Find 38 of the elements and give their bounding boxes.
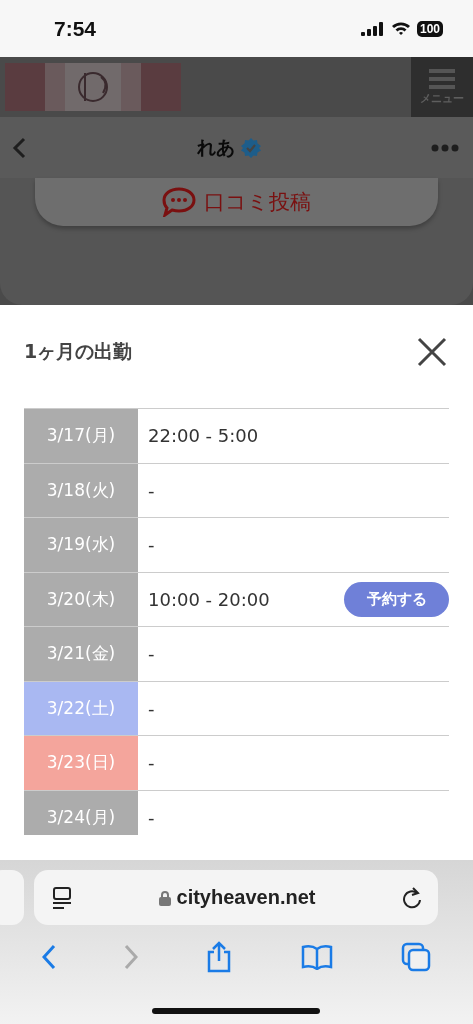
date-cell: 3/23(日)	[24, 736, 138, 790]
back-button[interactable]	[12, 136, 26, 159]
date-cell: 3/21(金)	[24, 627, 138, 681]
reload-icon[interactable]	[402, 886, 422, 909]
close-button[interactable]	[417, 336, 447, 367]
hours-text: -	[148, 697, 155, 719]
url-text: cityheaven.net	[176, 886, 316, 909]
date-cell: 3/17(月)	[24, 409, 138, 463]
date-cell: 3/22(土)	[24, 681, 138, 735]
hours-text: -	[148, 806, 155, 828]
speech-bubble-icon	[162, 187, 196, 217]
signal-icon	[360, 21, 385, 36]
hours-text: -	[148, 752, 155, 774]
hours-text: -	[148, 534, 155, 556]
review-post-button[interactable]: 口コミ投稿	[35, 178, 438, 226]
hours-text: 22:00 - 5:00	[148, 425, 259, 447]
profile-name: れあ	[196, 134, 235, 160]
address-bar[interactable]: cityheaven.net	[34, 870, 438, 925]
lock-icon	[158, 889, 171, 906]
reserve-button[interactable]: 予約する	[344, 581, 449, 617]
hours-text: 10:00 - 20:00	[148, 588, 270, 610]
tabs-icon[interactable]	[400, 942, 431, 972]
battery-level: 100	[416, 20, 443, 37]
book-icon[interactable]	[300, 944, 333, 970]
date-cell: 3/18(火)	[24, 463, 138, 517]
date-cell: 3/24(月)	[24, 790, 138, 835]
date-cell: 3/20(木)	[24, 572, 138, 626]
share-icon[interactable]	[206, 941, 233, 973]
hours-text: -	[148, 479, 155, 501]
back-icon[interactable]	[42, 944, 57, 970]
reader-icon	[52, 886, 72, 909]
clock-time: 7:54	[54, 16, 97, 41]
sheet-title: 1ヶ月の出勤	[24, 338, 133, 364]
more-button[interactable]	[431, 143, 459, 152]
hours-text: -	[148, 643, 155, 665]
wifi-icon	[390, 21, 411, 36]
date-cell: 3/19(水)	[24, 518, 138, 572]
menu-icon	[429, 68, 455, 89]
